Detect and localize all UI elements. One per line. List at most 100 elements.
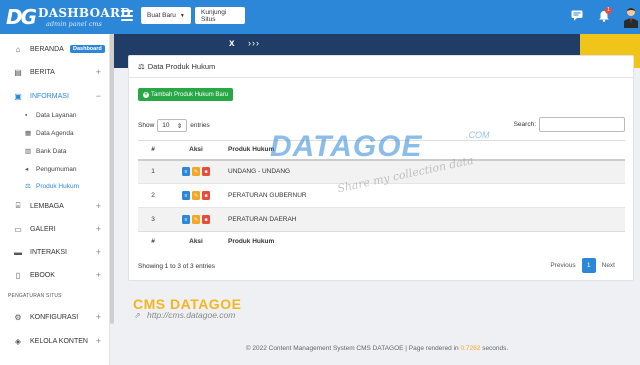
- sidebar-subitem-label: Pengumuman: [36, 165, 77, 173]
- visit-site-label: Kunjungi Situs: [201, 8, 227, 23]
- bullhorn-icon: ◂: [25, 166, 29, 173]
- sidebar-item-label: INTERAKSI: [30, 248, 67, 256]
- sidebar-item-beranda[interactable]: ⌂ BERANDA Dashboard: [0, 38, 110, 60]
- logo-mark: DG: [6, 5, 37, 29]
- expand-icon: +: [95, 270, 101, 280]
- create-new-button[interactable]: Buat Baru ▼: [141, 7, 191, 24]
- visit-site-button[interactable]: Kunjungi Situs: [195, 7, 245, 24]
- edit-button[interactable]: ✎: [192, 167, 200, 177]
- column-header-aksi[interactable]: Aksi: [168, 140, 224, 161]
- edit-button[interactable]: ✎: [192, 191, 200, 200]
- page-length-select[interactable]: 10 ⇕: [157, 119, 188, 132]
- sidebar-item-interaksi[interactable]: ▬ INTERAKSI +: [0, 241, 110, 263]
- sidebar-subitem-data-agenda[interactable]: ▦ Data Agenda: [25, 129, 74, 138]
- table-search: Search:: [514, 117, 625, 132]
- delete-button[interactable]: ■: [202, 215, 210, 224]
- info-folder-icon: ▣: [14, 91, 22, 101]
- delete-button[interactable]: ■: [202, 191, 210, 200]
- book-icon: ▯: [15, 270, 21, 280]
- row-number: 2: [138, 183, 168, 208]
- table-info: Showing 1 to 3 of 3 entries: [138, 263, 215, 270]
- page-length-value: 10: [162, 122, 170, 129]
- search-input[interactable]: [539, 117, 625, 132]
- sidebar-subitem-data-layanan[interactable]: ▪ Data Layanan: [25, 112, 76, 119]
- row-number: 3: [138, 207, 168, 232]
- column-footer-no: #: [138, 231, 168, 251]
- institution-icon: ⌸: [15, 201, 21, 210]
- sidebar-item-label: LEMBAGA: [30, 202, 64, 210]
- sidebar-subitem-label: Data Agenda: [36, 129, 74, 137]
- sidebar-item-label: KELOLA KONTEN: [30, 337, 88, 345]
- sidebar-item-label: GALERI: [30, 225, 56, 233]
- chat-icon: ▬: [14, 247, 22, 257]
- column-footer-aksi: Aksi: [168, 231, 224, 251]
- logo[interactable]: DG DASHBOARD admin panel cms: [6, 4, 131, 30]
- detail-button[interactable]: ≡: [182, 191, 190, 200]
- watermark-tld: .COM: [466, 130, 490, 140]
- database-icon: ▥: [25, 148, 32, 155]
- sidebar-subitem-label: Produk Hukum: [36, 182, 79, 190]
- plus-circle-icon: +: [143, 91, 149, 98]
- sidebar-item-label: BERANDA: [30, 45, 64, 53]
- logo-subtitle: admin panel cms: [46, 20, 102, 28]
- newspaper-icon: ▤: [14, 67, 22, 77]
- row-actions: ≡ ✎ ■: [168, 183, 224, 208]
- page-1-button[interactable]: 1: [581, 258, 596, 273]
- sidebar-subitem-pengumuman[interactable]: ◂ Pengumuman: [25, 165, 77, 174]
- logo-title: DASHBOARD: [38, 6, 131, 20]
- cogs-icon: ⚙: [14, 312, 22, 322]
- sidebar-item-konfigurasi[interactable]: ⚙ KONFIGURASI +: [0, 306, 110, 328]
- row-produk-hukum: PERATURAN DAERAH: [224, 207, 625, 232]
- gallery-icon: ▭: [14, 224, 22, 234]
- row-actions: ≡ ✎ ■: [168, 159, 224, 184]
- expand-icon: +: [95, 312, 101, 322]
- row-produk-hukum: PERATURAN GUBERNUR: [224, 183, 625, 208]
- create-new-label: Buat Baru: [147, 12, 176, 19]
- render-time: 0.7262: [460, 345, 481, 352]
- column-footer-produk-hukum: Produk Hukum: [224, 231, 625, 251]
- detail-button[interactable]: ≡: [182, 167, 190, 177]
- gavel-icon: ⚖: [138, 62, 145, 71]
- sidebar-item-galeri[interactable]: ▭ GALERI +: [0, 218, 110, 240]
- sidebar-subitem-produk-hukum[interactable]: ⚖ Produk Hukum: [25, 182, 79, 191]
- avatar[interactable]: [622, 6, 640, 28]
- expand-icon: +: [95, 336, 101, 346]
- dashboard-badge: Dashboard: [70, 45, 105, 53]
- sidebar-subitem-bank-data[interactable]: ▥ Bank Data: [25, 147, 66, 156]
- show-label: Show: [138, 122, 155, 129]
- delete-button[interactable]: ■: [202, 167, 210, 177]
- next-page-button[interactable]: Next: [596, 262, 621, 269]
- detail-button[interactable]: ≡: [182, 215, 190, 224]
- calendar-icon: ▦: [25, 130, 32, 137]
- card-title: Data Produk Hukum: [147, 62, 216, 71]
- sidebar-item-berita[interactable]: ▤ BERITA +: [0, 61, 110, 83]
- card-header: ⚖ Data Produk Hukum: [129, 56, 633, 78]
- updown-icon: ⇕: [176, 122, 183, 130]
- sidebar-item-lembaga[interactable]: ⌸ LEMBAGA +: [0, 195, 110, 217]
- sidebar-item-label: EBOOK: [30, 271, 55, 279]
- column-header-no[interactable]: #: [138, 140, 168, 161]
- edit-button[interactable]: ✎: [192, 215, 200, 224]
- chat-icon[interactable]: [571, 10, 583, 21]
- add-produk-hukum-button[interactable]: + Tambah Produk Hukum Baru: [138, 88, 234, 101]
- notification-badge: 1: [605, 7, 612, 14]
- link-icon: ⇗: [134, 311, 141, 320]
- chevron-down-icon: ▼: [179, 12, 185, 19]
- previous-page-button[interactable]: Previous: [544, 262, 581, 269]
- top-navbar: DG DASHBOARD admin panel cms Buat Baru ▼…: [0, 0, 640, 34]
- footer-suffix: seconds.: [482, 345, 509, 352]
- banner-arrows-decoration: ›››: [248, 38, 260, 48]
- table-row: 2 ≡ ✎ ■ PERATURAN GUBERNUR: [138, 183, 625, 208]
- row-actions: ≡ ✎ ■: [168, 207, 224, 232]
- watermark-brand: DATAGOE: [270, 130, 423, 163]
- sidebar-item-kelola-konten[interactable]: ◈ KELOLA KONTEN +: [0, 330, 110, 352]
- search-label: Search:: [513, 121, 536, 128]
- expand-icon: +: [95, 224, 101, 234]
- sidebar-item-ebook[interactable]: ▯ EBOOK +: [0, 264, 110, 286]
- sidebar-item-label: KONFIGURASI: [30, 313, 79, 321]
- cms-branding-url[interactable]: http://cms.datagoe.com: [147, 310, 235, 320]
- sidebar-scrollbar[interactable]: [110, 34, 114, 324]
- menu-toggle-icon[interactable]: [121, 10, 133, 21]
- sidebar-item-informasi[interactable]: ▣ INFORMASI −: [0, 85, 110, 107]
- page-length-control: Show 10 ⇕ entries: [138, 119, 210, 132]
